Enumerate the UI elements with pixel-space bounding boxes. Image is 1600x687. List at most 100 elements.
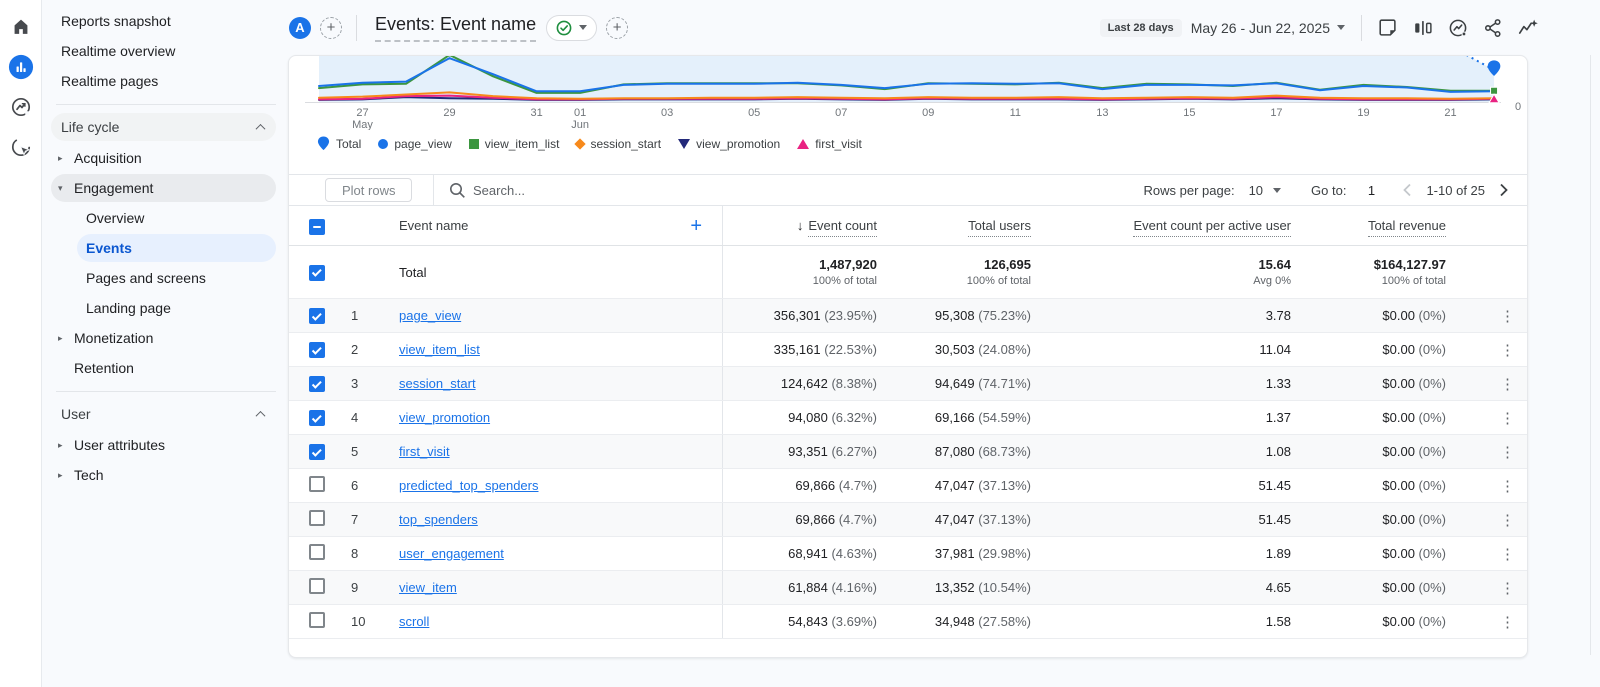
event-name-link[interactable]: predicted_top_spenders (399, 478, 539, 493)
row-menu-kebab-icon[interactable]: ⋮ (1500, 579, 1528, 597)
row-menu-kebab-icon[interactable]: ⋮ (1500, 613, 1528, 631)
notes-icon[interactable] (1376, 16, 1400, 40)
legend-label: page_view (394, 137, 451, 151)
row-menu-kebab-icon[interactable]: ⋮ (1500, 341, 1528, 359)
add-comparison-button[interactable]: + (320, 17, 342, 39)
goto-page-input[interactable] (1358, 183, 1384, 198)
total-revenue-cell-percent: (0%) (1415, 376, 1446, 391)
sidebar-item-landing-page[interactable]: Landing page (77, 293, 276, 323)
home-icon[interactable] (8, 14, 34, 40)
row-checkbox[interactable] (309, 308, 325, 324)
per-active-user-cell-value: 51.45 (1258, 478, 1291, 493)
per-active-user-cell: 51.45 (1258, 478, 1291, 493)
page-range-text: 1-10 of 25 (1426, 183, 1485, 198)
event-name-link[interactable]: scroll (399, 614, 429, 629)
insights-icon[interactable] (1446, 16, 1470, 40)
sidebar-item-tech[interactable]: ▸Tech (51, 460, 276, 490)
sidebar-item-events[interactable]: Events (77, 234, 276, 262)
table-row: 6predicted_top_spenders69,866 (4.7%)47,0… (289, 469, 1528, 503)
row-menu-kebab-icon[interactable]: ⋮ (1500, 477, 1528, 495)
rows-per-page-select[interactable]: 10 (1249, 183, 1281, 198)
select-all-checkbox[interactable] (309, 219, 325, 235)
search-input[interactable] (473, 183, 693, 198)
row-menu-kebab-icon[interactable]: ⋮ (1500, 511, 1528, 529)
row-checkbox[interactable] (309, 578, 325, 594)
legend-item-total: Total (317, 136, 361, 151)
row-checkbox[interactable] (309, 376, 325, 392)
share-icon[interactable] (1481, 16, 1505, 40)
reports-icon[interactable] (8, 54, 34, 80)
sidebar-item-acquisition[interactable]: ▸Acquisition (51, 143, 276, 173)
total-per-user-sub: Avg 0% (1253, 275, 1291, 287)
row-checkbox[interactable] (309, 612, 325, 628)
event-name-link[interactable]: page_view (399, 308, 461, 323)
sidebar-item-reports-snapshot[interactable]: Reports snapshot (43, 6, 291, 36)
row-checkbox[interactable] (309, 444, 325, 460)
sidebar-item-retention[interactable]: Retention (51, 353, 276, 383)
sidebar-section-user[interactable]: User (51, 400, 276, 428)
scrollbar[interactable] (1590, 55, 1591, 655)
plot-rows-button[interactable]: Plot rows (325, 178, 412, 202)
add-report-button[interactable]: + (606, 17, 628, 39)
total-users-cell-value: 95,308 (935, 308, 975, 323)
sidebar-section-life-cycle[interactable]: Life cycle (51, 113, 276, 141)
chevron-down-icon[interactable] (1337, 25, 1345, 30)
row-menu-kebab-icon[interactable]: ⋮ (1500, 443, 1528, 461)
explore-icon[interactable] (8, 94, 34, 120)
x-axis-tick: 17 (1270, 107, 1282, 119)
column-header-total-revenue[interactable]: Total revenue (1368, 218, 1446, 237)
sidebar-item-overview[interactable]: Overview (77, 203, 276, 233)
add-dimension-icon[interactable]: + (690, 216, 722, 236)
row-checkbox[interactable] (309, 410, 325, 426)
event-count-cell-value: 69,866 (795, 512, 835, 527)
column-header-per-active-user[interactable]: Event count per active user (1133, 218, 1291, 237)
sidebar-item-label: Acquisition (74, 150, 142, 166)
next-page-icon[interactable] (1493, 180, 1513, 200)
advertising-icon[interactable] (8, 134, 34, 160)
chart-legend: Totalpage_viewview_item_listsession_star… (317, 136, 862, 151)
sidebar-item-user-attributes[interactable]: ▸User attributes (51, 430, 276, 460)
date-preset-badge: Last 28 days (1100, 19, 1182, 37)
row-menu-kebab-icon[interactable]: ⋮ (1500, 375, 1528, 393)
previous-page-icon[interactable] (1398, 180, 1418, 200)
divider (1361, 15, 1362, 41)
per-active-user-cell-value: 1.37 (1266, 410, 1291, 425)
row-checkbox[interactable] (309, 342, 325, 358)
column-header-event-name[interactable]: Event name (399, 218, 468, 233)
column-header-total-users[interactable]: Total users (968, 218, 1031, 237)
event-name-link[interactable]: view_item (399, 580, 457, 595)
total-revenue-cell: $0.00 (0%) (1382, 410, 1446, 425)
total-row-checkbox[interactable] (309, 265, 325, 281)
comparison-avatar[interactable]: A (289, 17, 311, 39)
row-menu-kebab-icon[interactable]: ⋮ (1500, 409, 1528, 427)
sidebar-item-realtime-overview[interactable]: Realtime overview (43, 36, 291, 66)
event-name-link[interactable]: session_start (399, 376, 476, 391)
sidebar-item-engagement[interactable]: ▾Engagement (51, 174, 276, 202)
report-title[interactable]: Events: Event name (375, 14, 536, 42)
sidebar-item-realtime-pages[interactable]: Realtime pages (43, 66, 291, 96)
event-name-link[interactable]: user_engagement (399, 546, 504, 561)
row-checkbox[interactable] (309, 476, 325, 492)
event-count-cell: 54,843 (3.69%) (788, 614, 877, 629)
column-header-event-count[interactable]: Event count (808, 218, 877, 237)
date-range-selector[interactable]: May 26 - Jun 22, 2025 (1191, 20, 1330, 36)
event-name-link[interactable]: view_promotion (399, 410, 490, 425)
sidebar-item-monetization[interactable]: ▸Monetization (51, 323, 276, 353)
row-checkbox[interactable] (309, 544, 325, 560)
event-name-link[interactable]: top_spenders (399, 512, 478, 527)
table-row: 4view_promotion94,080 (6.32%)69,166 (54.… (289, 401, 1528, 435)
row-number: 1 (337, 308, 373, 323)
row-menu-kebab-icon[interactable]: ⋮ (1500, 307, 1528, 325)
report-status-pill[interactable] (546, 15, 597, 41)
table-totals-row: Total 1,487,920100% of total 126,695100%… (289, 246, 1528, 299)
event-count-cell-value: 93,351 (788, 444, 828, 459)
row-menu-kebab-icon[interactable]: ⋮ (1500, 545, 1528, 563)
row-number: 5 (337, 444, 373, 459)
event-name-link[interactable]: view_item_list (399, 342, 480, 357)
comparison-icon[interactable] (1411, 16, 1435, 40)
sidebar-item-pages-and-screens[interactable]: Pages and screens (77, 263, 276, 293)
auto-insights-icon[interactable] (1516, 16, 1540, 40)
row-checkbox[interactable] (309, 510, 325, 526)
event-name-cell: scroll (373, 605, 723, 638)
event-name-link[interactable]: first_visit (399, 444, 450, 459)
